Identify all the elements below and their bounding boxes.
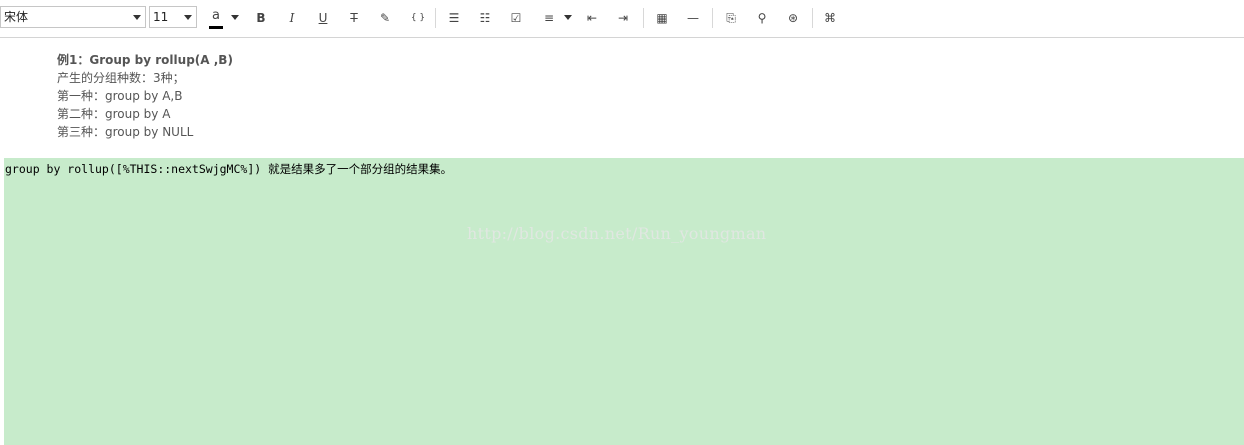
code-braces-icon: { } xyxy=(410,13,426,23)
table-button[interactable]: ▦ xyxy=(653,9,671,27)
toolbar-divider xyxy=(812,8,813,28)
italic-icon: I xyxy=(289,11,295,25)
toolbar-divider xyxy=(435,8,436,28)
highlighter-icon: ✎ xyxy=(379,11,391,25)
table-icon: ▦ xyxy=(656,11,668,25)
outdent-button[interactable]: ⇤ xyxy=(583,9,601,27)
toolbar-divider xyxy=(712,8,713,28)
align-left-icon: ≡ xyxy=(543,11,555,25)
indent-icon: ⇥ xyxy=(617,11,629,25)
toolbar-divider xyxy=(643,8,644,28)
strikethrough-icon: T xyxy=(350,11,358,25)
checklist-button[interactable]: ☑ xyxy=(507,9,525,27)
emoji-icon: ⊛ xyxy=(787,11,799,25)
numbered-list-button[interactable]: ☷ xyxy=(476,9,494,27)
example-title: 例1：Group by rollup(A ,B) xyxy=(57,53,233,67)
link-button[interactable]: ⚲ xyxy=(753,9,771,27)
checkbox-icon: ☑ xyxy=(510,11,522,25)
note-line: 第二种：group by A xyxy=(57,107,171,121)
link-icon: ⚲ xyxy=(757,11,767,25)
underline-icon: U xyxy=(318,11,328,25)
strikethrough-button[interactable]: T xyxy=(345,9,363,27)
chevron-down-icon xyxy=(133,15,141,20)
command-button[interactable]: ⌘ xyxy=(821,9,839,27)
numbered-list-icon: ☷ xyxy=(479,11,491,25)
font-family-value: 宋体 xyxy=(4,10,29,24)
font-family-select[interactable]: 宋体 xyxy=(0,6,146,28)
example-notes: 例1：Group by rollup(A ,B) 产生的分组种数：3种； 第一种… xyxy=(57,51,233,141)
note-line: 第一种：group by A,B xyxy=(57,89,183,103)
emoji-button[interactable]: ⊛ xyxy=(784,9,802,27)
font-color-icon: a xyxy=(212,8,220,23)
indent-button[interactable]: ⇥ xyxy=(614,9,632,27)
code-line: group by rollup([%THIS::nextSwjgMC%]) 就是… xyxy=(5,162,453,176)
font-color-swatch xyxy=(209,26,223,29)
underline-button[interactable]: U xyxy=(314,9,332,27)
bullet-list-button[interactable]: ☰ xyxy=(445,9,463,27)
code-block[interactable]: group by rollup([%THIS::nextSwjgMC%]) 就是… xyxy=(4,158,1244,445)
code-button[interactable]: { } xyxy=(407,9,429,27)
font-size-value: 11 xyxy=(153,10,169,24)
align-button[interactable]: ≡ xyxy=(540,9,558,27)
watermark-text: http://blog.csdn.net/Run_youngman xyxy=(467,224,767,243)
editor-toolbar: 宋体 11 a B I U T ✎ { } ☰ ☷ ☑ ≡ ⇤ ⇥ ▦ — ⎘ … xyxy=(0,0,1244,38)
paperclip-icon: ⎘ xyxy=(726,11,736,25)
bullet-list-icon: ☰ xyxy=(448,11,460,25)
note-line: 产生的分组种数：3种； xyxy=(57,71,185,85)
bold-button[interactable]: B xyxy=(252,9,270,27)
outdent-icon: ⇤ xyxy=(586,11,598,25)
align-dropdown-icon[interactable] xyxy=(564,15,572,20)
font-color-dropdown-icon[interactable] xyxy=(231,15,239,20)
bold-icon: B xyxy=(256,11,266,25)
italic-button[interactable]: I xyxy=(283,9,301,27)
chevron-down-icon xyxy=(184,15,192,20)
horizontal-rule-button[interactable]: — xyxy=(684,9,702,27)
font-size-select[interactable]: 11 xyxy=(149,6,197,28)
command-icon: ⌘ xyxy=(824,11,836,25)
font-color-button[interactable]: a xyxy=(207,7,225,25)
horizontal-rule-icon: — xyxy=(687,11,699,25)
note-line: 第三种：group by NULL xyxy=(57,125,194,139)
highlight-button[interactable]: ✎ xyxy=(376,9,394,27)
attachment-button[interactable]: ⎘ xyxy=(722,9,740,27)
